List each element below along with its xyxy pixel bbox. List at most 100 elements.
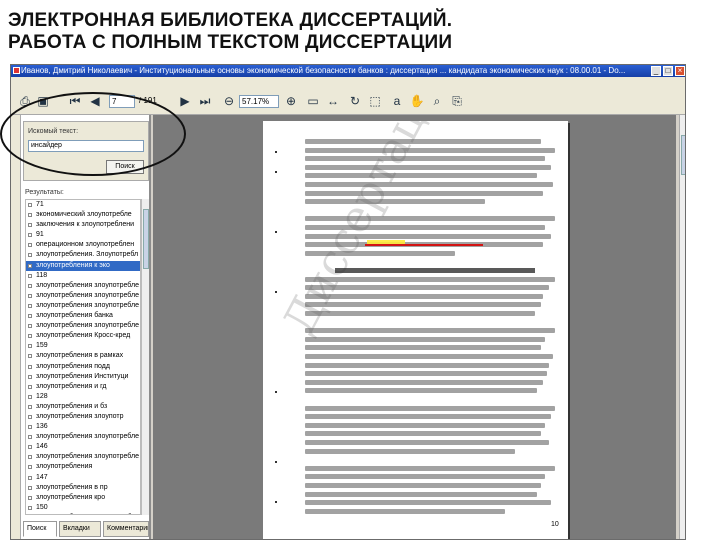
result-text: злоупотребления в рамках	[36, 352, 124, 360]
result-text: злоупотребления злоупотребле	[36, 433, 139, 441]
fit-page-icon[interactable]: ▭	[305, 93, 321, 109]
page-number-input[interactable]: 7	[109, 95, 135, 108]
tab-comments[interactable]: Комментарии	[103, 521, 149, 537]
hand-icon[interactable]: ✋	[409, 93, 425, 109]
first-page-icon[interactable]: ⏮	[67, 93, 83, 109]
result-bullet-icon	[28, 394, 32, 399]
zoom-in-icon[interactable]: ⊕	[283, 93, 299, 109]
result-item[interactable]: злоупотребления в рамках	[26, 351, 140, 361]
text-line	[305, 164, 551, 170]
search-input[interactable]: инсайдер	[28, 140, 144, 152]
result-item[interactable]: злоупотребления	[26, 462, 140, 472]
tab-search[interactable]: Поиск	[23, 521, 57, 537]
result-bullet-icon	[28, 293, 32, 298]
result-text: злоупотребления Институци	[36, 372, 129, 380]
minimize-button[interactable]: _	[651, 66, 661, 76]
result-item[interactable]: злоупотребления Институци	[26, 372, 140, 382]
result-item[interactable]: злоупотребления злоупотребле	[26, 321, 140, 331]
text-line	[305, 405, 555, 411]
zoom-out-icon[interactable]: ⊖	[221, 93, 237, 109]
result-item[interactable]: злоупотребления банка	[26, 311, 140, 321]
text-line	[305, 371, 547, 377]
result-item[interactable]: 147	[26, 473, 140, 483]
text-line	[305, 388, 537, 394]
result-item[interactable]: 91	[26, 230, 140, 240]
text-line	[305, 362, 549, 368]
zoom-input[interactable]: 57.17%	[239, 95, 279, 108]
result-text: злоупотребления злоупотребле	[36, 322, 139, 330]
margin-mark	[275, 151, 277, 153]
text-line	[305, 199, 485, 205]
result-item[interactable]: заключения к злоупотреблени	[26, 220, 140, 230]
result-item[interactable]: злоупотребления злоупотребле	[26, 452, 140, 462]
result-text: 150	[36, 503, 48, 511]
result-item[interactable]: злоупотребления Кросс-кред	[26, 331, 140, 341]
result-item[interactable]: злоупотребления и бз	[26, 402, 140, 412]
result-item[interactable]: злоупотребления злоупотребле	[26, 291, 140, 301]
results-scrollbar[interactable]	[141, 199, 149, 515]
print-icon[interactable]: ⎙	[17, 93, 33, 109]
result-item[interactable]: злоупотребления подд	[26, 362, 140, 372]
text-line	[305, 216, 555, 222]
next-page-icon[interactable]: ▶	[177, 93, 193, 109]
result-text: злоупотребления банка	[36, 312, 113, 320]
result-text: злоупотребления Кросс-кред	[36, 332, 131, 340]
result-item[interactable]: 128	[26, 392, 140, 402]
result-item[interactable]: злоупотребления злоупотребле	[26, 301, 140, 311]
close-button[interactable]: ×	[675, 66, 685, 76]
result-item[interactable]: злоупотребления злоупотребле	[26, 513, 140, 515]
result-item[interactable]: операционном злоупотреблен	[26, 240, 140, 250]
result-item[interactable]: злоупотребления. Злоупотребл	[26, 250, 140, 260]
search-button[interactable]: Поиск	[106, 160, 144, 174]
result-text: 136	[36, 423, 48, 431]
result-bullet-icon	[28, 475, 32, 480]
result-item[interactable]: злоупотребления и гд	[26, 382, 140, 392]
last-page-icon[interactable]: ⏭	[197, 93, 213, 109]
margin-mark	[275, 391, 277, 393]
search-label: Искомый текст:	[28, 128, 79, 135]
result-item[interactable]: 118	[26, 271, 140, 281]
result-bullet-icon	[28, 314, 32, 319]
window-title: Иванов, Дмитрий Николаевич - Институцион…	[21, 66, 626, 75]
result-item[interactable]: 136	[26, 422, 140, 432]
result-item[interactable]: злоупотребления кро	[26, 493, 140, 503]
result-item[interactable]: 71	[26, 200, 140, 210]
result-item[interactable]: злоупотребления злоупотребле	[26, 432, 140, 442]
result-bullet-icon	[28, 324, 32, 329]
text-line	[305, 276, 555, 282]
save-icon[interactable]: ▣	[35, 93, 51, 109]
result-item[interactable]: злоупотребления в пр	[26, 483, 140, 493]
result-item[interactable]: 146	[26, 442, 140, 452]
maximize-button[interactable]: □	[663, 66, 673, 76]
result-bullet-icon	[28, 445, 32, 450]
tab-bookmarks[interactable]: Вкладки	[59, 521, 101, 537]
search-icon[interactable]: ⌕	[429, 93, 445, 109]
document-scroll-thumb[interactable]	[681, 135, 685, 175]
text-line	[305, 285, 549, 291]
result-item[interactable]: 150	[26, 503, 140, 513]
text-line	[305, 147, 555, 153]
result-text: операционном злоупотреблен	[36, 241, 135, 249]
prev-page-icon[interactable]: ◀	[87, 93, 103, 109]
result-item[interactable]: злоупотребления злоупотр	[26, 412, 140, 422]
result-text: 128	[36, 392, 48, 400]
result-item[interactable]: злоупотребления злоупотребле	[26, 281, 140, 291]
fit-width-icon[interactable]: ↔	[325, 93, 341, 109]
result-item[interactable]: 159	[26, 341, 140, 351]
window-titlebar[interactable]: Иванов, Дмитрий Николаевич - Институцион…	[11, 65, 685, 77]
result-bullet-icon	[28, 273, 32, 278]
document-scrollbar[interactable]	[679, 115, 685, 539]
results-scroll-thumb[interactable]	[143, 209, 149, 269]
text-line	[305, 345, 541, 351]
select-icon[interactable]: ⬚	[367, 93, 383, 109]
result-text: злоупотребления. Злоупотребл	[36, 251, 139, 259]
document-page[interactable]: Диссертация 10	[263, 121, 568, 539]
result-text: злоупотребления подд	[36, 362, 110, 370]
text-line	[305, 483, 541, 488]
result-item[interactable]: экономический злоупотребле	[26, 210, 140, 220]
rotate-icon[interactable]: ↻	[347, 93, 363, 109]
text-icon[interactable]: a	[389, 93, 405, 109]
bookmark-icon[interactable]: ⎘	[449, 93, 465, 109]
text-line	[335, 268, 535, 273]
result-item[interactable]: злоупотребления к эко	[26, 260, 140, 271]
